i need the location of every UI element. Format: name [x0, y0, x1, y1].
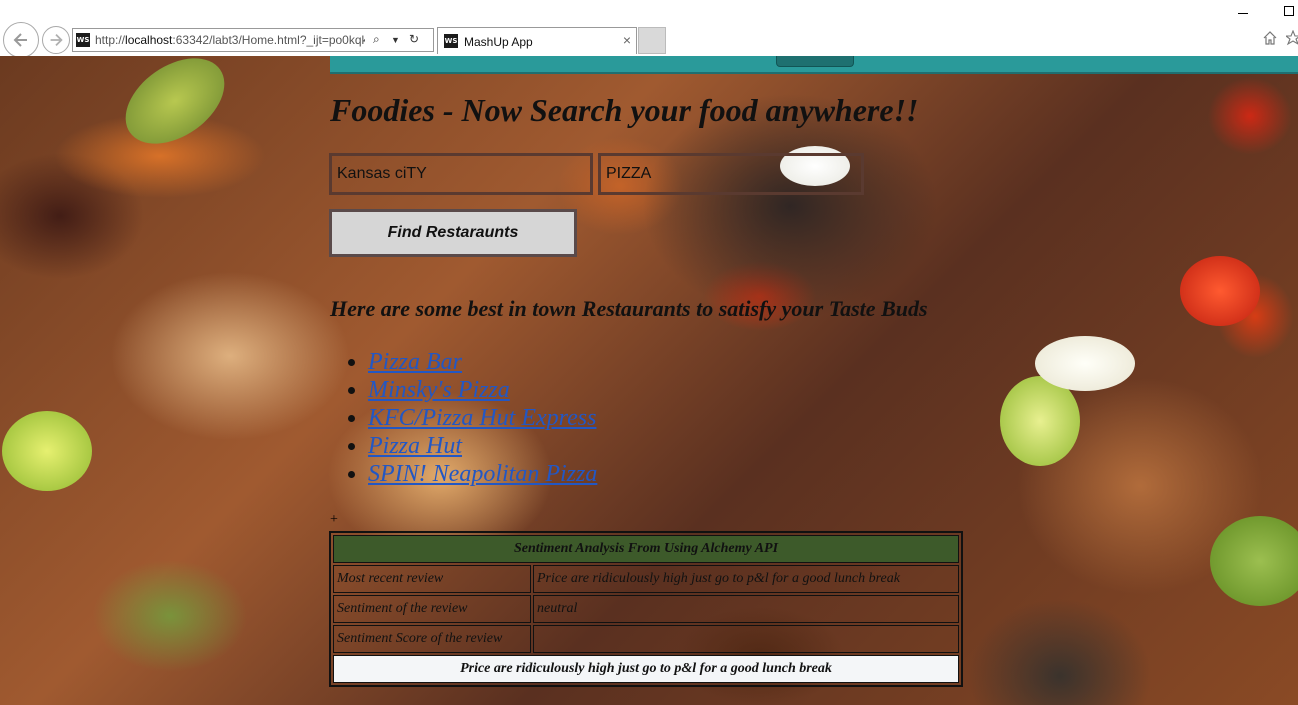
address-bar[interactable]: WS http://localhost:63342/labt3/Home.htm…	[72, 28, 434, 52]
food-input[interactable]	[598, 153, 864, 195]
back-button[interactable]	[3, 22, 39, 58]
page-viewport: Foodies - Now Search your food anywhere!…	[0, 56, 1298, 705]
arrow-right-icon	[50, 33, 63, 47]
url-prefix: http://	[95, 33, 126, 47]
row-value: Price are ridiculously high just go to p…	[533, 565, 959, 593]
tab-favicon-icon: WS	[444, 34, 458, 48]
table-row: Sentiment Analysis From Using Alchemy AP…	[333, 535, 959, 563]
background-sourcream-image	[1035, 336, 1135, 391]
home-icon[interactable]	[1262, 30, 1278, 46]
review-summary: Price are ridiculously high just go to p…	[333, 655, 959, 683]
restaurant-link[interactable]: Pizza Hut	[368, 433, 462, 459]
city-input[interactable]	[329, 153, 593, 195]
dropdown-icon[interactable]: ▼	[391, 35, 400, 45]
table-row: Sentiment Score of the review	[333, 625, 959, 653]
restaurant-link[interactable]: Minsky's Pizza	[368, 377, 510, 403]
search-icon[interactable]: ⌕	[373, 32, 380, 47]
background-tomato-image	[1180, 256, 1260, 326]
background-food-image	[109, 56, 241, 162]
list-item: SPIN! Neapolitan Pizza	[368, 460, 597, 488]
background-guacamole-image	[1210, 516, 1298, 606]
refresh-icon[interactable]: ↻	[409, 32, 419, 46]
table-row: Most recent review Price are ridiculousl…	[333, 565, 959, 593]
table-row: Sentiment of the review neutral	[333, 595, 959, 623]
forward-button[interactable]	[42, 26, 70, 54]
restaurant-link[interactable]: Pizza Bar	[368, 349, 462, 375]
url-host: localhost	[125, 33, 173, 47]
new-tab-button[interactable]	[638, 27, 666, 54]
url-text[interactable]: http://localhost:63342/labt3/Home.html?_…	[95, 33, 365, 47]
table-row: Price are ridiculously high just go to p…	[333, 655, 959, 683]
list-item: Pizza Bar	[368, 348, 597, 376]
close-tab-icon[interactable]: ×	[623, 32, 631, 48]
row-value: neutral	[533, 595, 959, 623]
restaurant-list: Pizza Bar Minsky's Pizza KFC/Pizza Hut E…	[330, 348, 597, 488]
background-lime-image	[2, 411, 92, 491]
browser-chrome: WS http://localhost:63342/labt3/Home.htm…	[0, 0, 1298, 58]
plus-text: +	[330, 512, 338, 527]
restaurant-link[interactable]: KFC/Pizza Hut Express	[368, 405, 596, 431]
url-path: :63342/labt3/Home.html?_ijt=po0kqk7	[172, 33, 365, 47]
results-heading: Here are some best in town Restaurants t…	[330, 296, 928, 321]
site-favicon-icon: WS	[76, 33, 90, 47]
minimize-icon[interactable]	[1238, 4, 1250, 14]
tab-title: MashUp App	[464, 35, 533, 49]
list-item: Minsky's Pizza	[368, 376, 597, 404]
row-value	[533, 625, 959, 653]
table-header: Sentiment Analysis From Using Alchemy AP…	[333, 535, 959, 563]
page-title: Foodies - Now Search your food anywhere!…	[330, 92, 919, 128]
row-label: Most recent review	[333, 565, 531, 593]
favorites-star-icon[interactable]	[1286, 30, 1298, 46]
navbar-active-item[interactable]	[776, 56, 854, 67]
sentiment-table: Sentiment Analysis From Using Alchemy AP…	[329, 531, 963, 687]
arrow-left-icon	[13, 33, 27, 47]
row-label: Sentiment Score of the review	[333, 625, 531, 653]
tab-mashup-app[interactable]: WS MashUp App ×	[437, 27, 637, 54]
list-item: KFC/Pizza Hut Express	[368, 404, 597, 432]
find-restaurants-button[interactable]: Find Restaraunts	[329, 209, 577, 257]
restaurant-link[interactable]: SPIN! Neapolitan Pizza	[368, 461, 597, 487]
row-label: Sentiment of the review	[333, 595, 531, 623]
list-item: Pizza Hut	[368, 432, 597, 460]
top-navbar	[330, 56, 1298, 74]
maximize-icon[interactable]	[1284, 6, 1294, 16]
